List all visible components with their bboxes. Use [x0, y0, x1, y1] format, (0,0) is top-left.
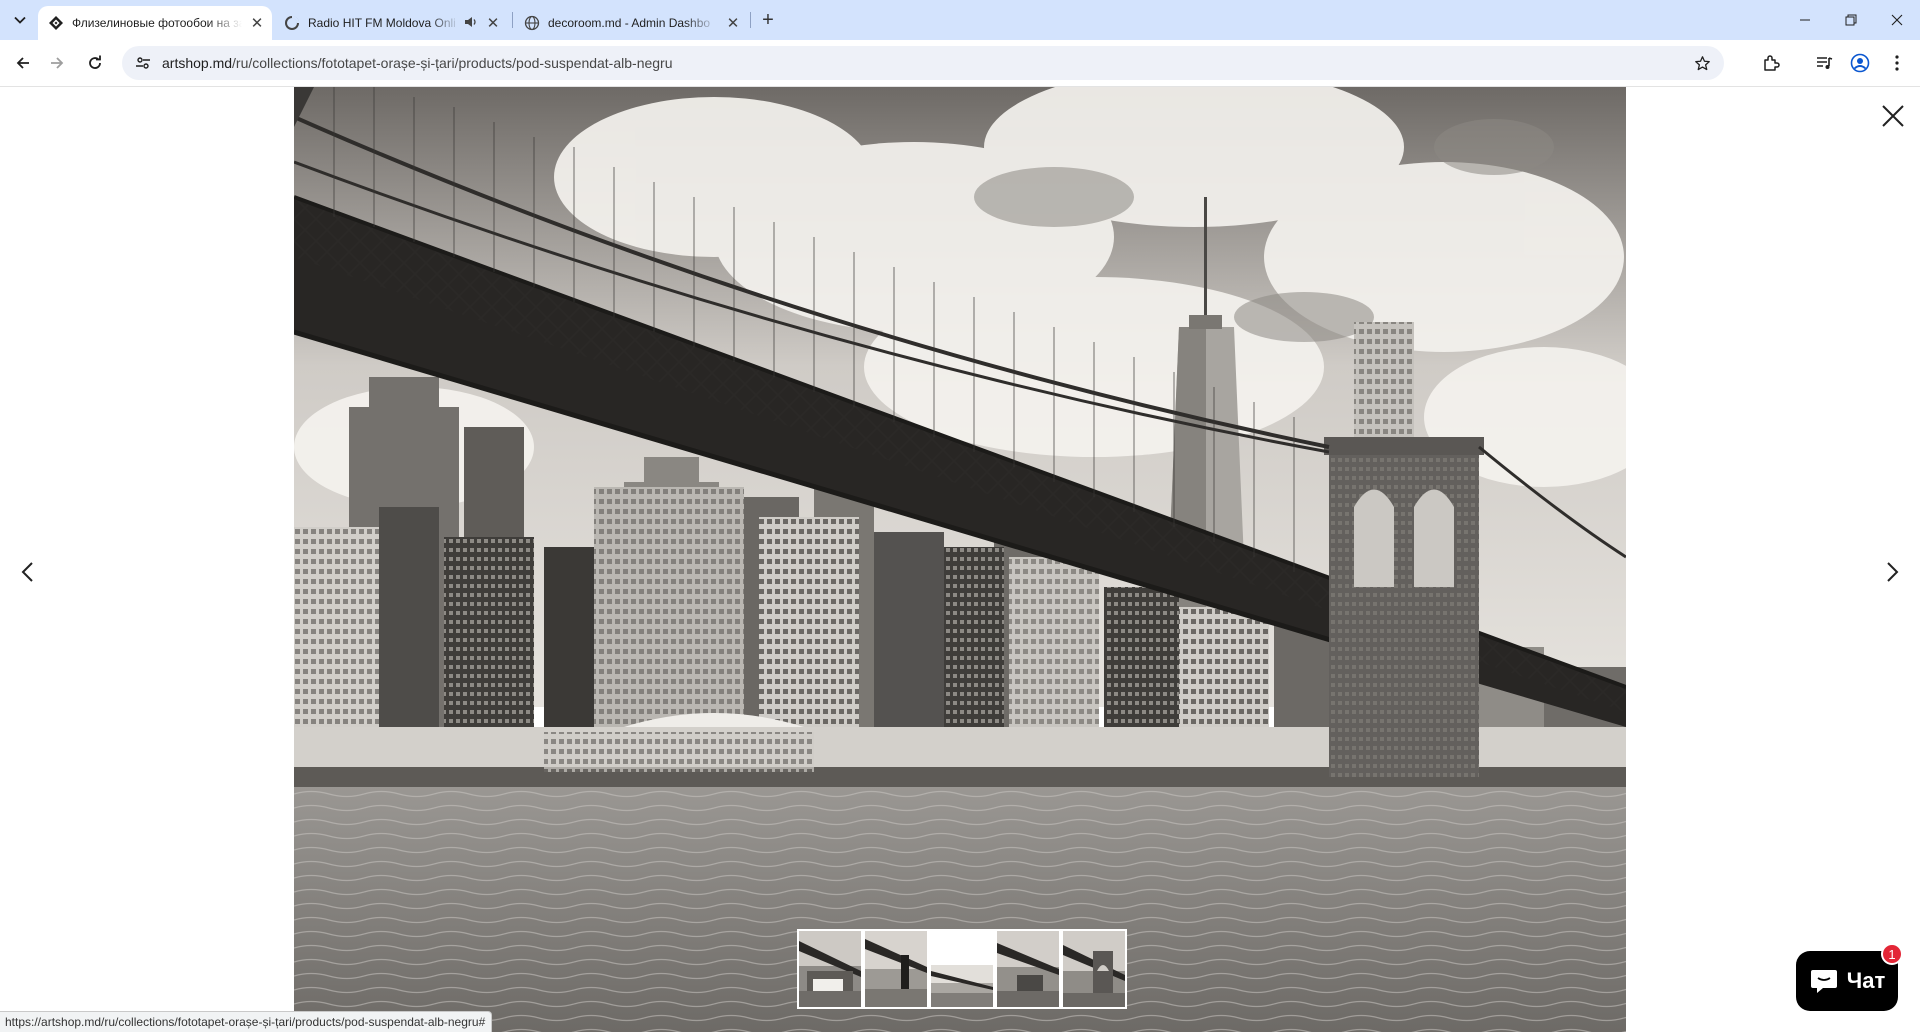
- url-host: artshop.md: [162, 55, 233, 71]
- chat-notification-badge: 1: [1881, 943, 1903, 965]
- address-bar[interactable]: artshop.md/ru/collections/fototapet-oraș…: [122, 46, 1724, 80]
- url-path: /ru/collections/fototapet-orașe-și-țari/…: [232, 55, 673, 71]
- site-info-icon[interactable]: [128, 48, 158, 78]
- arrow-right-icon: [51, 57, 64, 69]
- thumbnail[interactable]: [863, 929, 929, 1009]
- loading-spinner-icon: [284, 15, 300, 31]
- arrow-left-icon: [16, 57, 29, 69]
- tab-search-button[interactable]: [8, 8, 32, 32]
- reload-button[interactable]: [80, 48, 110, 78]
- tab-radio-hit-fm[interactable]: Radio HIT FM Moldova Onli ✕: [274, 6, 508, 40]
- close-icon: [1891, 14, 1903, 26]
- thumbnail-active[interactable]: [929, 929, 995, 1009]
- tab-title: decoroom.md - Admin Dashbo: [548, 16, 711, 30]
- browser-menu-icon[interactable]: [1883, 49, 1911, 77]
- new-tab-button[interactable]: +: [756, 8, 780, 32]
- bookmark-star-icon[interactable]: [1690, 51, 1714, 75]
- thumbnail[interactable]: [1061, 929, 1127, 1009]
- speaker-icon[interactable]: [464, 15, 478, 32]
- thumbnail[interactable]: [797, 929, 863, 1009]
- chat-label: Чат: [1846, 968, 1886, 993]
- chevron-left-icon: [21, 562, 33, 582]
- restore-icon: [1845, 14, 1857, 26]
- minimize-button[interactable]: [1782, 0, 1828, 40]
- tab-artshop[interactable]: Флизелиновые фотообои на за ✕: [38, 6, 272, 40]
- tab-strip: Флизелиновые фотообои на за ✕ Radio HIT …: [0, 0, 1920, 40]
- tab-close-icon[interactable]: ✕: [248, 14, 266, 32]
- tab-close-icon[interactable]: ✕: [484, 14, 502, 32]
- previous-image-button[interactable]: [12, 549, 42, 595]
- next-image-button[interactable]: [1878, 549, 1908, 595]
- tab-separator: [750, 12, 751, 28]
- product-lightbox: Чат 1: [0, 87, 1920, 1032]
- chat-bubble-icon: [1810, 970, 1837, 993]
- reload-icon: [89, 55, 101, 69]
- url-text: artshop.md/ru/collections/fototapet-oraș…: [162, 55, 673, 71]
- thumbnail[interactable]: [995, 929, 1061, 1009]
- lightbox-close-button[interactable]: [1878, 101, 1908, 131]
- thumbnail-strip: [797, 929, 1127, 1009]
- restore-button[interactable]: [1828, 0, 1874, 40]
- minimize-icon: [1800, 19, 1810, 21]
- chevron-right-icon: [1887, 562, 1899, 582]
- browser-toolbar: artshop.md/ru/collections/fototapet-oraș…: [0, 40, 1920, 87]
- profile-avatar-icon[interactable]: [1846, 49, 1874, 77]
- tab-title: Radio HIT FM Moldova Onli: [308, 16, 456, 30]
- diamond-logo-icon: [48, 15, 64, 31]
- product-photo: [294, 87, 1626, 1032]
- tab-title: Флизелиновые фотообои на за: [72, 16, 242, 30]
- close-icon: [1882, 105, 1904, 127]
- media-control-icon[interactable]: [1810, 49, 1838, 77]
- link-status-bar: https://artshop.md/ru/collections/fotota…: [0, 1011, 493, 1032]
- forward-button[interactable]: [42, 48, 72, 78]
- chevron-down-icon: [14, 16, 26, 24]
- tab-separator: [512, 12, 513, 28]
- back-button[interactable]: [8, 48, 38, 78]
- extensions-icon[interactable]: [1757, 49, 1785, 77]
- tab-decoroom[interactable]: decoroom.md - Admin Dashbo ✕: [514, 6, 748, 40]
- tab-close-icon[interactable]: ✕: [724, 14, 742, 32]
- globe-icon: [524, 15, 540, 31]
- close-window-button[interactable]: [1874, 0, 1920, 40]
